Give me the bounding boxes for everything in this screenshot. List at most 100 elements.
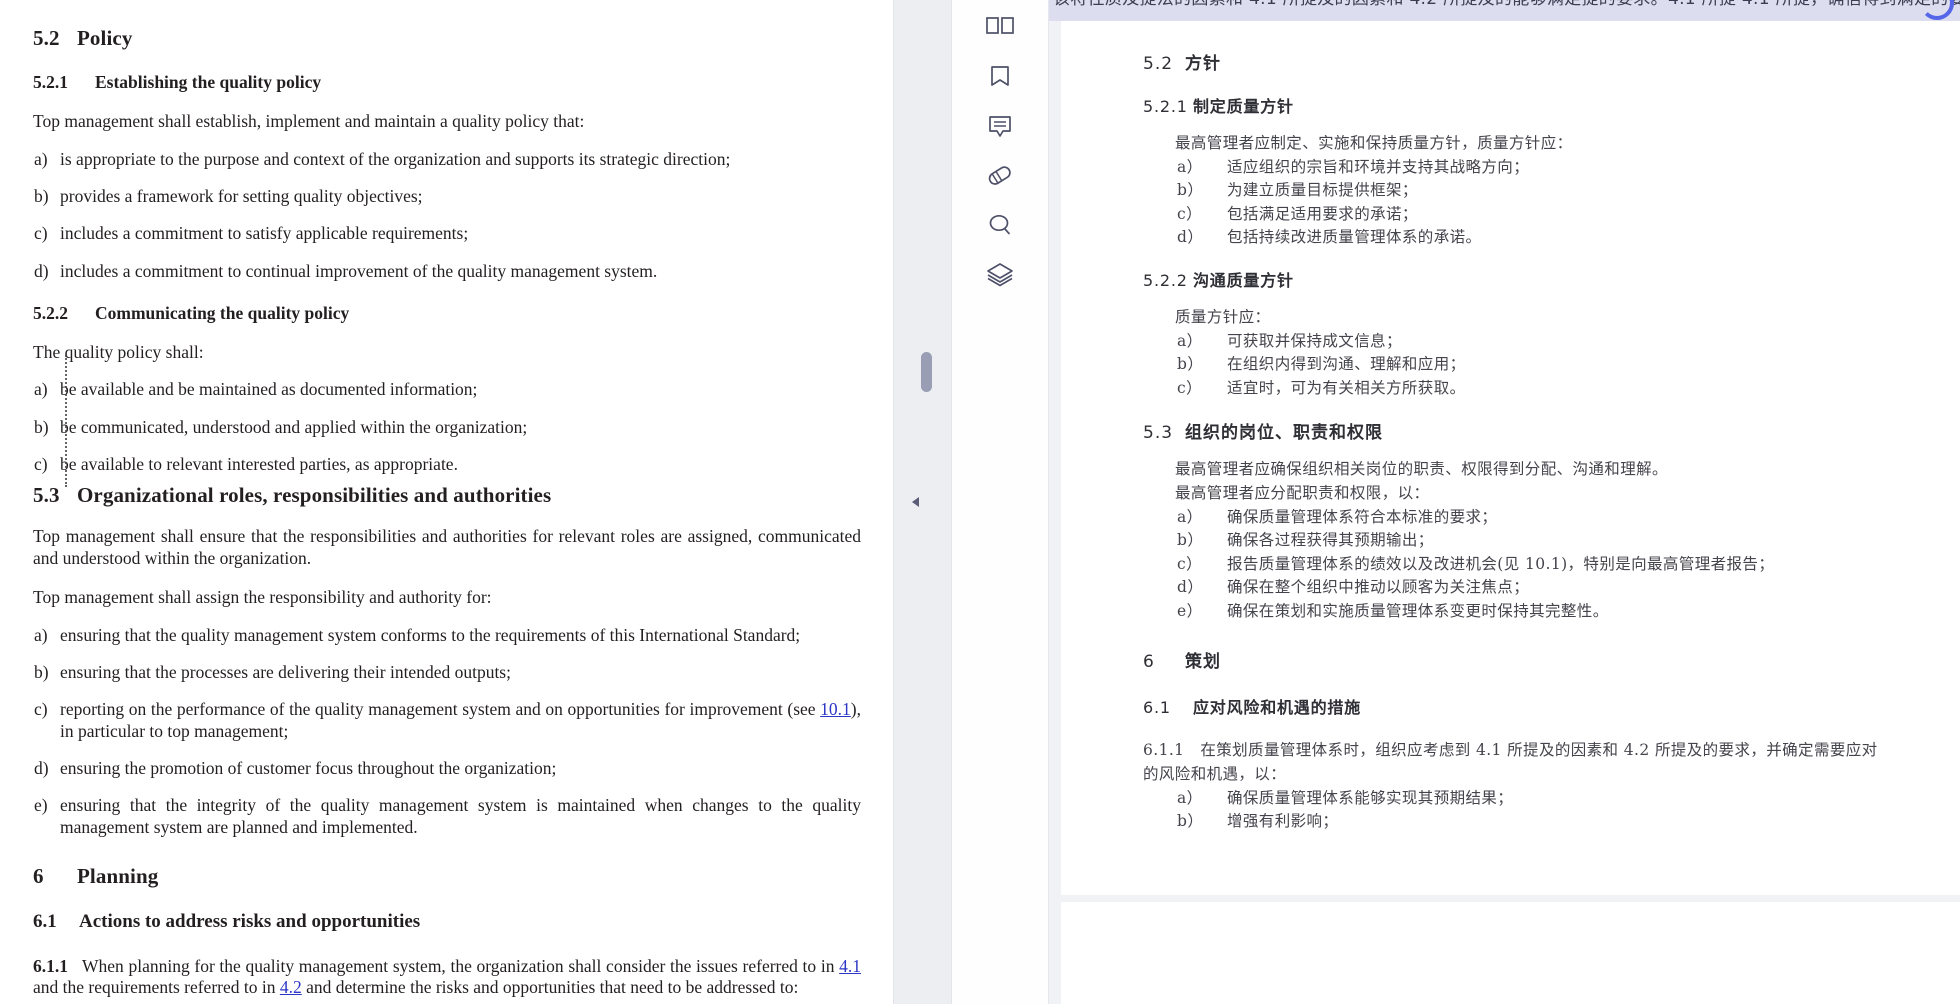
list-marker: b）	[1177, 181, 1204, 200]
section-heading-6: 6 Planning	[33, 864, 861, 889]
cn-section-heading-5-2-2: 5.2.2 沟通质量方针	[1143, 267, 1960, 291]
triangle-left-icon	[912, 497, 919, 507]
scrollbar-thumb[interactable]	[921, 352, 932, 392]
xref-link-10-1[interactable]: 10.1	[820, 699, 851, 719]
cn-paragraph: 质量方针应：	[1175, 307, 1271, 326]
list-item: d) includes a commitment to continual im…	[33, 261, 861, 282]
list-text: 确保在策划和实施质量管理体系变更时保持其完整性。	[1227, 601, 1609, 620]
thumbnails-button[interactable]	[973, 4, 1027, 53]
loading-spinner-icon	[1920, 0, 1954, 20]
list-text: 确保在整个组织中推动以顾客为关注焦点；	[1227, 578, 1530, 597]
paragraph: Top management shall ensure that the res…	[33, 526, 861, 568]
bookmark-button[interactable]	[973, 53, 1027, 102]
comments-button[interactable]	[973, 102, 1027, 151]
list-item: a) be available and be maintained as doc…	[33, 379, 861, 400]
section-heading-5-2-1: 5.2.1 Establishing the quality policy	[33, 72, 861, 93]
list-marker: a)	[34, 379, 48, 400]
list-marker: b)	[34, 661, 49, 682]
cn-section-heading-5-2-1: 5.2.1 制定质量方针	[1143, 93, 1960, 117]
list-text: includes a commitment to satisfy applica…	[60, 223, 469, 244]
chinese-page-content: 5.2 方针 5.2.1 制定质量方针 最高管理者应制定、实施和保持质量方针，质量方…	[1143, 29, 1960, 832]
cn-list-item: d） 确保在整个组织中推动以顾客为关注焦点；	[1175, 577, 1960, 597]
list-marker: c)	[34, 453, 48, 474]
list-marker: b)	[34, 185, 49, 206]
cn-list-item: e） 确保在策划和实施质量管理体系变更时保持其完整性。	[1175, 601, 1960, 621]
xref-link-4-1[interactable]: 4.1	[839, 956, 861, 976]
heading-number: 6	[1143, 652, 1155, 673]
list-text: ensuring that the quality management sys…	[60, 624, 801, 645]
left-pane-scrollbar[interactable]	[893, 0, 952, 1004]
heading-number: 5.3	[1143, 423, 1174, 444]
section-heading-6-1: 6.1 Actions to address risks and opportun…	[33, 911, 861, 934]
heading-text: Planning	[77, 863, 159, 888]
english-document-content: 5.2 Policy 5.2.1 Establishing the quality …	[0, 0, 893, 1004]
list-marker: a）	[1177, 507, 1203, 526]
list-text: be available and be maintained as docume…	[60, 379, 478, 400]
heading-text: Policy	[77, 26, 133, 50]
list-text: reporting on the performance of the qual…	[60, 699, 861, 741]
heading-number: 6.1	[33, 911, 57, 933]
list-item: b) be communicated, understood and appli…	[33, 417, 861, 438]
cn-list-item: b） 为建立质量目标提供框架；	[1175, 180, 1960, 200]
clipped-top-bar-text: 该将性质及提法的因素和 4.1 所提及的因素和 4.2 所提及的能够满足提的要求…	[1053, 0, 1960, 9]
list-marker: a）	[1177, 157, 1203, 176]
heading-number: 5.2	[1143, 54, 1174, 74]
list-marker: b）	[1177, 812, 1204, 831]
list-marker: c)	[34, 223, 48, 244]
list-item: c) be available to relevant interested p…	[33, 454, 861, 475]
pdf-tool-rail	[952, 0, 1062, 1004]
english-document-pane[interactable]: 5.2 Policy 5.2.1 Establishing the quality …	[0, 0, 893, 1004]
paragraph-6-1-1: 6.1.1 When planning for the quality mana…	[33, 955, 861, 998]
list-text: includes a commitment to continual impro…	[60, 260, 658, 281]
cn-list-item: a） 可获取并保持成文信息；	[1175, 331, 1960, 351]
cn-list-item: c） 报告质量管理体系的绩效以及改进机会(见 10.1)，特别是向最高管理者报告…	[1175, 554, 1960, 574]
cn-paragraph-continuation: 的风险和机遇，以：	[1143, 765, 1287, 784]
section-heading-5-2-2: 5.2.2 Communicating the quality policy	[33, 303, 861, 324]
section-heading-5-2: 5.2 Policy	[33, 26, 861, 51]
list-text: ensuring the promotion of customer focus…	[60, 757, 557, 778]
list-text: 适应组织的宗旨和环境并支持其战略方向；	[1227, 157, 1530, 176]
list-text: 可获取并保持成文信息；	[1227, 331, 1402, 350]
heading-text: Establishing the quality policy	[95, 72, 322, 93]
heading-number: 5.2.1	[33, 72, 68, 93]
search-button[interactable]	[973, 200, 1027, 249]
list-item: a) is appropriate to the purpose and con…	[33, 149, 861, 170]
chinese-page-2	[1061, 902, 1960, 1004]
chinese-document-pane[interactable]: 该将性质及提法的因素和 4.1 所提及的因素和 4.2 所提及的能够满足提的要求…	[1049, 0, 1960, 1004]
cn-list-item: c） 包括满足适用要求的承诺；	[1175, 204, 1960, 224]
section-heading-5-3: 5.3 Organizational roles, responsibilitie…	[33, 483, 861, 508]
heading-number: 6.1	[1143, 698, 1171, 718]
list-text: is appropriate to the purpose and contex…	[60, 148, 731, 169]
xref-link-4-2[interactable]: 4.2	[280, 977, 302, 997]
list-marker: d）	[1177, 228, 1204, 247]
collapse-left-panel-button[interactable]	[908, 494, 924, 510]
layers-icon	[987, 262, 1013, 286]
clipped-top-bar: 该将性质及提法的因素和 4.1 所提及的因素和 4.2 所提及的能够满足提的要求…	[1049, 0, 1960, 21]
heading-text: 组织的岗位、职责和权限	[1185, 423, 1383, 444]
list-marker: b）	[1177, 355, 1204, 374]
list-marker: c)	[34, 699, 48, 720]
layers-button[interactable]	[973, 249, 1027, 298]
cn-section-heading-5-3: 5.3 组织的岗位、职责和权限	[1143, 418, 1960, 443]
cn-paragraph-6-1-1: 6.1.1 在策划质量管理体系时，组织应考虑到 4.1 所提及的因素和 4.2 …	[1143, 741, 1878, 760]
list-item: d) ensuring the promotion of customer fo…	[33, 758, 861, 779]
list-item: e) ensuring that the integrity of the qu…	[33, 795, 861, 838]
heading-text: 应对风险和机遇的措施	[1193, 698, 1362, 718]
cn-list-item: b） 增强有利影响；	[1175, 811, 1960, 831]
paragraph: Top management shall establish, implemen…	[33, 111, 585, 132]
list-marker: c）	[1177, 554, 1202, 573]
text-selection-caret	[65, 355, 67, 487]
heading-number: 5.2	[33, 26, 60, 50]
list-text: 为建立质量目标提供框架；	[1227, 181, 1418, 200]
list-marker: e)	[34, 795, 48, 816]
list-text: provides a framework for setting quality…	[60, 185, 423, 206]
heading-number: 5.2.2	[1143, 270, 1188, 290]
list-marker: b）	[1177, 531, 1204, 550]
list-text: 适宜时，可为有关相关方所获取。	[1227, 378, 1466, 397]
list-item-with-xref: c) reporting on the performance of the q…	[33, 699, 861, 742]
cn-section-heading-5-2: 5.2 方针	[1143, 49, 1960, 74]
heading-text: 策划	[1185, 652, 1221, 673]
attachments-button[interactable]	[973, 151, 1027, 200]
list-text: 在组织内得到沟通、理解和应用；	[1227, 355, 1466, 374]
cn-paragraph: 最高管理者应确保组织相关岗位的职责、权限得到分配、沟通和理解。	[1175, 460, 1668, 479]
